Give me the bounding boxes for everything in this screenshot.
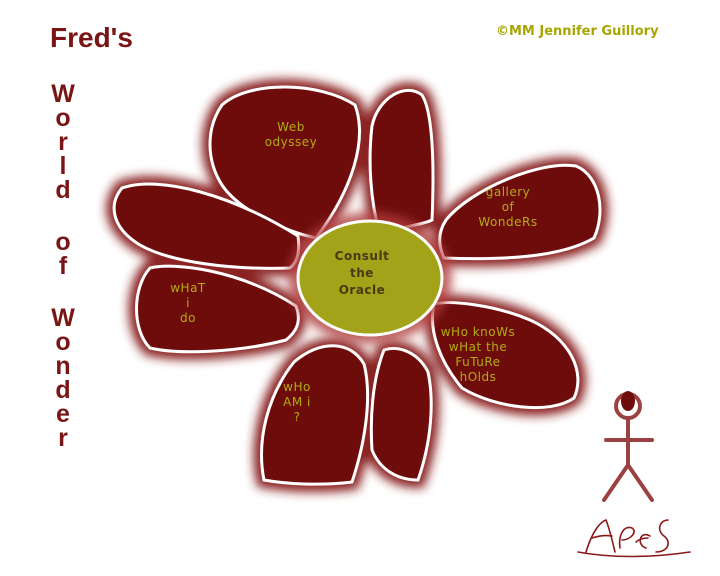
- artist-signature: [577, 519, 691, 558]
- stick-figure-icon: [577, 391, 691, 558]
